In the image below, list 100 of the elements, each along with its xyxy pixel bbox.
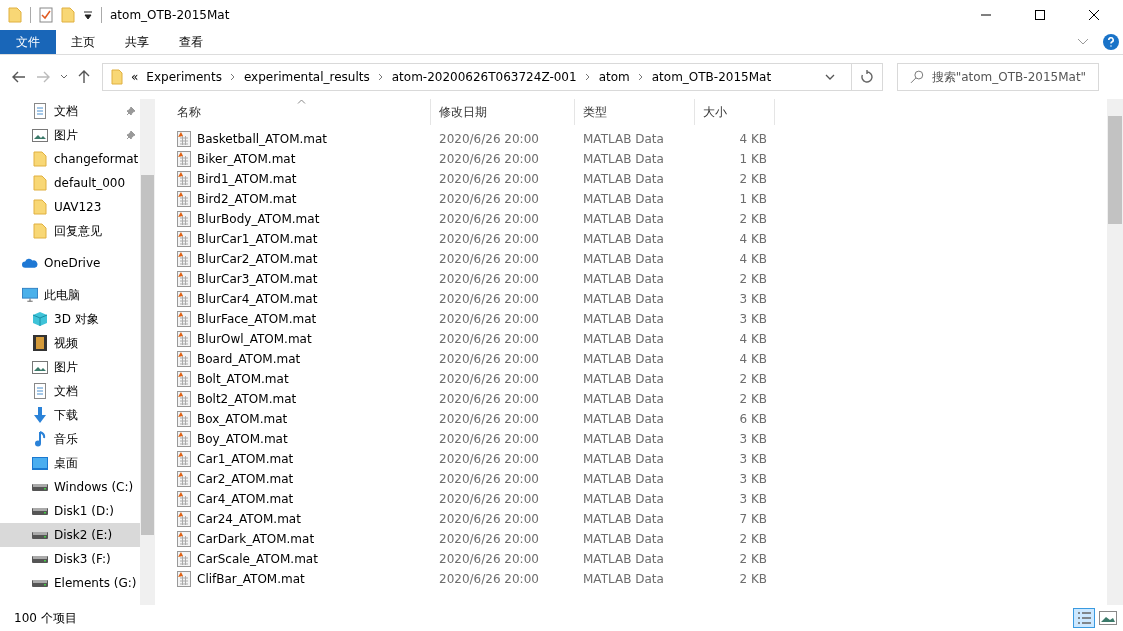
- sidebar-item[interactable]: 3D 对象: [0, 307, 140, 331]
- picture-icon: [32, 128, 48, 142]
- file-name[interactable]: BlurOwl_ATOM.mat: [197, 332, 312, 346]
- file-size: 3 KB: [738, 452, 768, 466]
- up-arrow-icon[interactable]: [78, 70, 90, 84]
- breadcrumb-item[interactable]: experimental_results: [243, 70, 370, 84]
- file-name[interactable]: Bolt_ATOM.mat: [197, 372, 289, 386]
- modified-date: 2020/6/26 20:00: [438, 492, 540, 506]
- file-type: MATLAB Data: [582, 572, 665, 586]
- file-size: 4 KB: [738, 352, 768, 366]
- chevron-right-icon[interactable]: [637, 73, 644, 81]
- file-type: MATLAB Data: [582, 452, 665, 466]
- file-name[interactable]: Box_ATOM.mat: [197, 412, 288, 426]
- sidebar-item[interactable]: 音乐: [0, 427, 140, 451]
- sidebar-item[interactable]: 文档: [0, 379, 140, 403]
- column-header[interactable]: 大小: [695, 99, 775, 125]
- breadcrumb-item[interactable]: Experiments: [146, 70, 222, 84]
- modified-date: 2020/6/26 20:00: [438, 172, 540, 186]
- breadcrumb-item[interactable]: atom-20200626T063724Z-001: [391, 70, 577, 84]
- file-name[interactable]: Car2_ATOM.mat: [197, 472, 294, 486]
- sidebar-item[interactable]: UAV123: [0, 195, 140, 219]
- ribbon-tab[interactable]: 查看: [164, 30, 218, 54]
- thumbnail-view-icon[interactable]: [1099, 611, 1117, 625]
- chevron-right-icon[interactable]: [377, 73, 384, 81]
- breadcrumb-item[interactable]: atom_OTB-2015Mat: [651, 70, 772, 84]
- file-type: MATLAB Data: [582, 192, 665, 206]
- address-bar[interactable]: « Experiments experimental_results atom-20200626T063724Z-001 atom atom_OTB-2015Mat: [102, 63, 883, 91]
- modified-date: 2020/6/26 20:00: [438, 132, 540, 146]
- matlab-file-icon: [177, 491, 191, 507]
- file-name[interactable]: BlurCar4_ATOM.mat: [197, 292, 318, 306]
- sidebar-item[interactable]: 文档: [0, 99, 140, 123]
- file-name[interactable]: Bird1_ATOM.mat: [197, 172, 297, 186]
- sidebar-item[interactable]: 桌面: [0, 451, 140, 475]
- sidebar-item[interactable]: 图片: [0, 123, 140, 147]
- file-name[interactable]: Boy_ATOM.mat: [197, 432, 288, 446]
- file-size: 6 KB: [738, 412, 768, 426]
- file-name[interactable]: Car24_ATOM.mat: [197, 512, 301, 526]
- sidebar-item[interactable]: Elements (G:): [0, 571, 140, 595]
- scrollbar[interactable]: [140, 99, 155, 605]
- refresh-icon[interactable]: [861, 70, 873, 84]
- dropdown-icon[interactable]: [83, 10, 93, 20]
- back-arrow-icon[interactable]: [12, 71, 26, 83]
- file-name[interactable]: BlurFace_ATOM.mat: [197, 312, 317, 326]
- file-name[interactable]: CarDark_ATOM.mat: [197, 532, 315, 546]
- sidebar-item[interactable]: changeformat: [0, 147, 140, 171]
- help-icon[interactable]: [1103, 34, 1119, 50]
- chevron-down-icon[interactable]: [825, 74, 835, 80]
- ribbon-tab[interactable]: 文件: [0, 30, 56, 54]
- file-name[interactable]: Biker_ATOM.mat: [197, 152, 296, 166]
- checklist-icon[interactable]: [39, 7, 53, 23]
- column-header[interactable]: 类型: [575, 99, 695, 125]
- file-name[interactable]: Bolt2_ATOM.mat: [197, 392, 297, 406]
- file-size: 3 KB: [738, 312, 768, 326]
- file-type: MATLAB Data: [582, 172, 665, 186]
- chevron-right-icon[interactable]: [584, 73, 591, 81]
- drive-icon: [32, 507, 48, 515]
- sidebar-item[interactable]: 下载: [0, 403, 140, 427]
- modified-date: 2020/6/26 20:00: [438, 152, 540, 166]
- breadcrumb-overflow[interactable]: «: [131, 70, 139, 84]
- matlab-file-icon: [177, 571, 191, 587]
- file-name[interactable]: BlurCar2_ATOM.mat: [197, 252, 318, 266]
- chevron-right-icon[interactable]: [229, 73, 236, 81]
- ribbon-tab[interactable]: 主页: [56, 30, 110, 54]
- sidebar-item[interactable]: Disk1 (D:): [0, 499, 140, 523]
- ribbon-tab[interactable]: 共享: [110, 30, 164, 54]
- sidebar-item[interactable]: default_000: [0, 171, 140, 195]
- file-name[interactable]: Bird2_ATOM.mat: [197, 192, 297, 206]
- file-name[interactable]: BlurBody_ATOM.mat: [197, 212, 320, 226]
- scrollbar[interactable]: [1107, 99, 1123, 605]
- sidebar-item[interactable]: 视频: [0, 331, 140, 355]
- file-name[interactable]: Car4_ATOM.mat: [197, 492, 294, 506]
- sidebar-item[interactable]: Disk2 (E:): [0, 523, 140, 547]
- column-header[interactable]: 修改日期: [431, 99, 575, 125]
- pin-icon[interactable]: [126, 106, 136, 116]
- file-name[interactable]: CarScale_ATOM.mat: [197, 552, 318, 566]
- file-name[interactable]: Board_ATOM.mat: [197, 352, 301, 366]
- modified-date: 2020/6/26 20:00: [438, 192, 540, 206]
- sidebar-item[interactable]: OneDrive: [0, 251, 140, 275]
- file-name[interactable]: BlurCar1_ATOM.mat: [197, 232, 318, 246]
- pin-icon[interactable]: [126, 130, 136, 140]
- sidebar-item[interactable]: 此电脑: [0, 283, 140, 307]
- file-type: MATLAB Data: [582, 292, 665, 306]
- search-field[interactable]: 搜索"atom_OTB-2015Mat": [897, 63, 1099, 91]
- modified-date: 2020/6/26 20:00: [438, 532, 540, 546]
- cloud-icon: [22, 257, 38, 269]
- sidebar-item[interactable]: Windows (C:): [0, 475, 140, 499]
- file-type: MATLAB Data: [582, 132, 665, 146]
- breadcrumb-item[interactable]: atom: [598, 70, 630, 84]
- file-name[interactable]: Car1_ATOM.mat: [197, 452, 294, 466]
- file-name[interactable]: ClifBar_ATOM.mat: [197, 572, 305, 586]
- file-name[interactable]: Basketball_ATOM.mat: [197, 132, 328, 146]
- chevron-down-icon[interactable]: [60, 74, 68, 80]
- column-header[interactable]: 名称: [169, 99, 431, 125]
- file-size: 3 KB: [738, 432, 768, 446]
- sidebar-item[interactable]: 回复意见: [0, 219, 140, 243]
- sidebar-item[interactable]: Disk3 (F:): [0, 547, 140, 571]
- sidebar-item[interactable]: 图片: [0, 355, 140, 379]
- file-name[interactable]: BlurCar3_ATOM.mat: [197, 272, 318, 286]
- file-type: MATLAB Data: [582, 232, 665, 246]
- details-view-icon[interactable]: [1073, 608, 1095, 628]
